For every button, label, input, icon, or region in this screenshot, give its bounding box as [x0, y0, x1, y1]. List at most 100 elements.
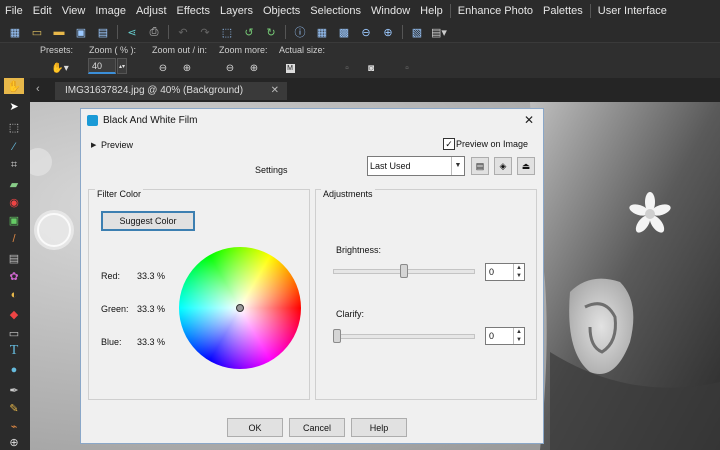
menu-bar: File Edit View Image Adjust Effects Laye… — [0, 0, 720, 22]
save-as-icon[interactable]: ▤ — [95, 24, 111, 40]
eraser-tool[interactable]: ▭ — [4, 325, 24, 341]
zoom-input[interactable]: 40 — [88, 58, 116, 74]
menu-file[interactable]: File — [0, 0, 28, 22]
expand-arrow-icon[interactable]: ▶ — [91, 141, 96, 149]
dialog-title: Black And White Film — [103, 115, 198, 126]
zoom-more-in-button[interactable]: ⊕ — [247, 61, 261, 75]
preview-on-image-checkbox[interactable]: ✓ — [443, 138, 455, 150]
speech-bubble-icon: ● — [10, 364, 18, 376]
preview-label[interactable]: Preview — [101, 140, 133, 150]
color-wheel[interactable] — [179, 247, 301, 369]
presets-dropdown[interactable]: ✋▾ — [48, 61, 72, 75]
menu-user-interface[interactable]: User Interface — [593, 0, 672, 22]
brightness-input[interactable]: 0 ▲ ▼ — [485, 263, 525, 281]
paint-brush-tool[interactable]: / — [4, 231, 24, 247]
settings-dropdown[interactable]: Last Used ▼ — [367, 156, 465, 176]
menu-window[interactable]: Window — [366, 0, 415, 22]
info-icon[interactable]: ⓘ — [292, 24, 308, 40]
new-icon[interactable]: ▭ — [29, 24, 45, 40]
red-eye-tool[interactable]: ◉ — [4, 194, 24, 210]
zoom-in-icon[interactable]: ⊕ — [380, 24, 396, 40]
crop-to-selection-icon[interactable]: ⬚ — [219, 24, 235, 40]
ok-button[interactable]: OK — [227, 418, 283, 437]
menu-effects[interactable]: Effects — [172, 0, 215, 22]
preset-shape-tool[interactable]: ● — [4, 362, 24, 378]
fit-image-button[interactable]: ◙ — [364, 61, 378, 75]
menu-layers[interactable]: Layers — [215, 0, 258, 22]
image-info-icon[interactable]: ▧ — [409, 24, 425, 40]
fit-window-button[interactable]: ▫ — [340, 61, 354, 75]
makeover-tool[interactable]: ▣ — [4, 212, 24, 228]
zoom-in-button[interactable]: ⊕ — [180, 61, 194, 75]
redo-history-icon[interactable]: ↻ — [263, 24, 279, 40]
chevron-left-icon[interactable]: ‹ — [36, 83, 40, 95]
brightness-slider-thumb[interactable] — [400, 264, 408, 278]
crop-tool[interactable]: ⌗ — [4, 157, 24, 173]
zoom-out-button[interactable]: ⊖ — [156, 61, 170, 75]
suggest-color-button[interactable]: Suggest Color — [101, 211, 195, 231]
cancel-button[interactable]: Cancel — [289, 418, 345, 437]
clarify-slider-thumb[interactable] — [333, 329, 341, 343]
load-preset-button[interactable]: ⏏ — [517, 157, 535, 175]
open-folder-icon[interactable]: ▬ — [51, 24, 67, 40]
snap-icon[interactable]: ▩ — [336, 24, 352, 40]
clarify-label: Clarify: — [336, 309, 365, 319]
crop-icon: ⌗ — [10, 158, 18, 171]
flood-fill-tool[interactable]: ◐ — [4, 287, 24, 303]
gradient-tool[interactable]: ▤ — [4, 250, 24, 266]
lighten-darken-tool[interactable]: ◆ — [4, 306, 24, 322]
save-icon[interactable]: ▣ — [73, 24, 89, 40]
close-icon[interactable]: ✕ — [524, 113, 534, 127]
grid-icon[interactable]: ▦ — [314, 24, 330, 40]
menu-adjust[interactable]: Adjust — [131, 0, 172, 22]
dropper-tool[interactable]: ⁄ — [4, 139, 24, 155]
warp-brush-tool[interactable]: ✎ — [4, 400, 24, 416]
spinner-arrows-icon[interactable]: ▲ ▼ — [513, 264, 524, 280]
add-tool-button[interactable]: ⊕ — [4, 434, 24, 450]
undo-history-icon[interactable]: ↺ — [241, 24, 257, 40]
menu-objects[interactable]: Objects — [258, 0, 305, 22]
zoom-out-icon[interactable]: ⊖ — [358, 24, 374, 40]
straighten-tool[interactable]: ▰ — [4, 176, 24, 192]
menu-edit[interactable]: Edit — [28, 0, 57, 22]
brightness-value: 0 — [489, 267, 495, 277]
clarify-slider-track — [333, 334, 475, 339]
brightness-slider[interactable] — [333, 261, 475, 281]
undo-icon[interactable]: ↶ — [175, 24, 191, 40]
save-preset-button[interactable]: ▤ — [471, 157, 489, 175]
zoom-dropdown-button[interactable]: ▴▾ — [117, 58, 127, 74]
help-button[interactable]: Help — [351, 418, 407, 437]
menu-image[interactable]: Image — [90, 0, 131, 22]
fit-screen-button[interactable]: ▫ — [400, 61, 414, 75]
pen-tool[interactable]: ✒ — [4, 382, 24, 398]
reset-button[interactable]: ◈ — [494, 157, 512, 175]
clarify-value: 0 — [489, 331, 495, 341]
actual-size-button[interactable]: M — [283, 61, 297, 75]
retouch-tool[interactable]: ✿ — [4, 268, 24, 284]
selection-tool[interactable]: ⬚ — [4, 119, 24, 135]
menu-help[interactable]: Help — [415, 0, 448, 22]
pan-tool[interactable]: ✋ — [4, 78, 24, 94]
menu-selections[interactable]: Selections — [305, 0, 366, 22]
workspace-menu-icon[interactable]: ▤▾ — [431, 24, 447, 40]
text-tool[interactable]: T — [4, 343, 24, 359]
menu-palettes[interactable]: Palettes — [538, 0, 588, 22]
preview-on-image-label[interactable]: Preview on Image — [456, 139, 528, 149]
spinner-arrows-icon[interactable]: ▲ ▼ — [513, 328, 524, 344]
zoom-more-out-button[interactable]: ⊖ — [223, 61, 237, 75]
new-icon[interactable]: ▦ — [7, 24, 23, 40]
color-picker-handle[interactable] — [236, 304, 244, 312]
pick-tool[interactable]: ➤ — [4, 98, 24, 114]
clarify-slider[interactable] — [333, 326, 475, 346]
picture-tube-tool[interactable]: ⌁ — [4, 418, 24, 434]
share-icon[interactable]: ⋖ — [124, 24, 140, 40]
document-tab[interactable]: IMG31637824.jpg @ 40% (Background) ✕ — [55, 82, 287, 100]
close-icon[interactable]: ✕ — [271, 82, 279, 100]
print-icon[interactable]: ⎙ — [146, 24, 162, 40]
arrow-icon: ➤ — [9, 100, 19, 113]
clarify-input[interactable]: 0 ▲ ▼ — [485, 327, 525, 345]
menu-view[interactable]: View — [57, 0, 91, 22]
menu-enhance-photo[interactable]: Enhance Photo — [453, 0, 538, 22]
redo-icon[interactable]: ↷ — [197, 24, 213, 40]
tube-icon: ⌁ — [10, 420, 18, 433]
